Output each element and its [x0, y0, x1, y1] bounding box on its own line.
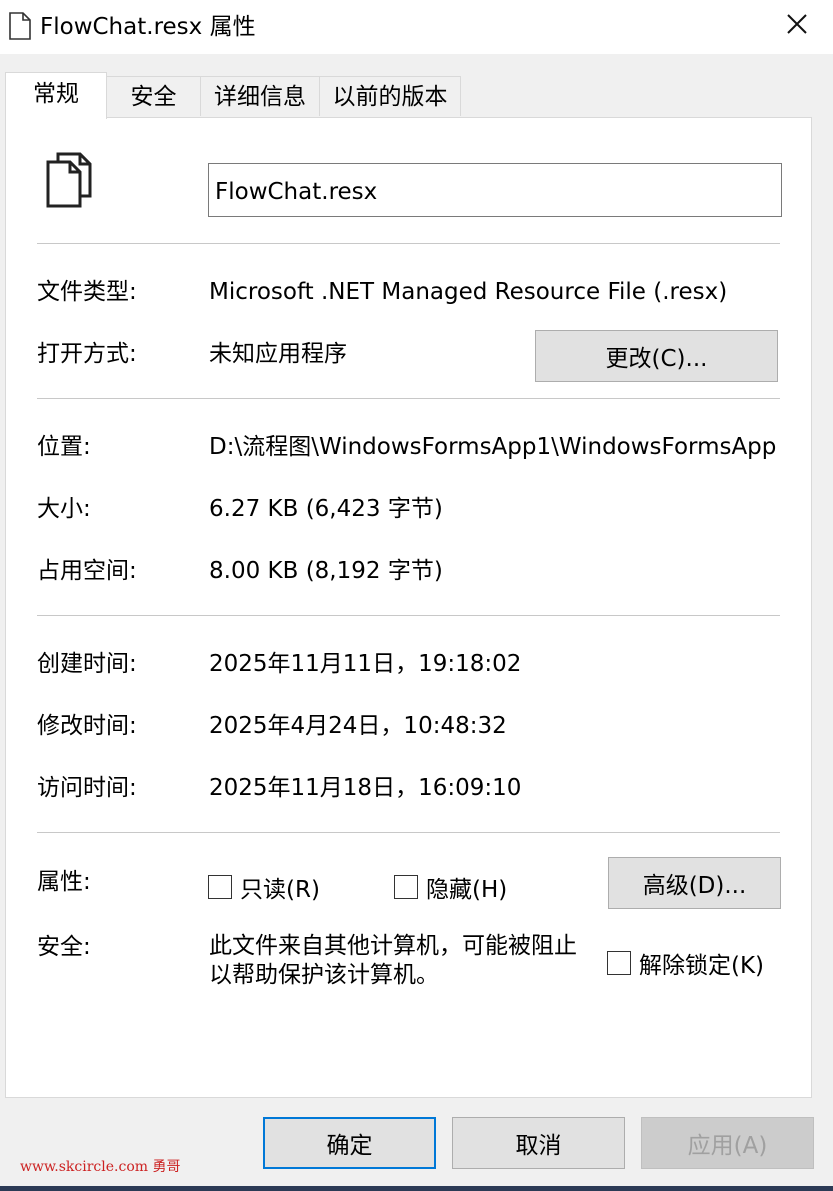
advanced-button[interactable]: 高级(D)... — [608, 857, 781, 909]
opens-with-value: 未知应用程序 — [209, 341, 347, 367]
checkbox-box[interactable] — [607, 951, 631, 975]
attributes-label: 属性: — [37, 869, 91, 895]
modified-value: 2025年4月24日，10:48:32 — [209, 713, 507, 739]
unblock-checkbox[interactable]: 解除锁定(K) — [607, 946, 764, 980]
apply-button[interactable]: 应用(A) — [641, 1117, 814, 1169]
accessed-value: 2025年11月18日，16:09:10 — [209, 775, 522, 801]
tab-previous-versions[interactable]: 以前的版本 — [319, 76, 461, 116]
tab-details[interactable]: 详细信息 — [200, 76, 320, 116]
opens-with-label: 打开方式: — [37, 341, 137, 367]
disk-size-label: 占用空间: — [37, 558, 137, 584]
checkbox-box[interactable] — [394, 875, 418, 899]
checkbox-box[interactable] — [208, 875, 232, 899]
created-value: 2025年11月11日，19:18:02 — [209, 651, 522, 677]
window-title: FlowChat.resx 属性 — [40, 14, 256, 40]
size-value: 6.27 KB (6,423 字节) — [209, 496, 443, 522]
tab-security[interactable]: 安全 — [106, 76, 201, 116]
modified-label: 修改时间: — [37, 713, 137, 739]
disk-size-value: 8.00 KB (8,192 字节) — [209, 558, 443, 584]
location-value: D:\流程图\WindowsFormsApp1\WindowsFormsApp — [209, 434, 777, 460]
tab-general[interactable]: 常规 — [5, 72, 107, 119]
location-label: 位置: — [37, 434, 91, 460]
size-label: 大小: — [37, 496, 91, 522]
close-button[interactable] — [771, 2, 823, 50]
watermark-text: www.skcircle.com 勇哥 — [20, 1159, 181, 1175]
close-icon — [786, 13, 808, 39]
separator — [37, 615, 780, 616]
unblock-label: 解除锁定(K) — [639, 953, 765, 979]
file-name-input[interactable] — [208, 163, 782, 217]
security-label: 安全: — [37, 934, 91, 960]
taskbar-edge — [0, 1186, 833, 1191]
separator — [37, 398, 780, 399]
hidden-checkbox[interactable]: 隐藏(H) — [394, 870, 507, 904]
readonly-label: 只读(R) — [240, 877, 320, 903]
type-label: 文件类型: — [37, 279, 137, 305]
document-icon — [44, 150, 94, 208]
cancel-button[interactable]: 取消 — [452, 1117, 625, 1169]
readonly-checkbox[interactable]: 只读(R) — [208, 870, 320, 904]
separator — [37, 243, 780, 244]
hidden-label: 隐藏(H) — [426, 877, 508, 903]
change-button[interactable]: 更改(C)... — [535, 330, 778, 382]
title-bar: FlowChat.resx 属性 — [0, 0, 833, 54]
ok-button[interactable]: 确定 — [263, 1117, 436, 1169]
accessed-label: 访问时间: — [37, 775, 137, 801]
document-icon — [8, 12, 32, 40]
type-value: Microsoft .NET Managed Resource File (.r… — [209, 279, 728, 305]
security-warning-text: 此文件来自其他计算机，可能被阻止以帮助保护该计算机。 — [209, 933, 577, 988]
separator — [37, 832, 780, 833]
created-label: 创建时间: — [37, 651, 137, 677]
